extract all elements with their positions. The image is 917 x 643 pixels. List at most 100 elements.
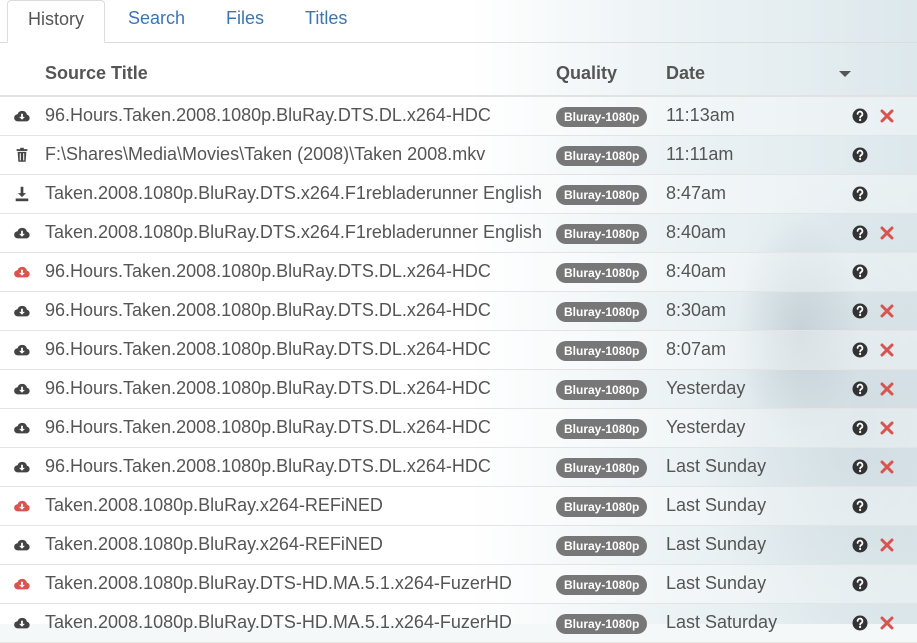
question-circle-icon[interactable] [852,264,868,280]
event-date: 8:47am [666,183,727,203]
quality-badge: Bluray-1080p [556,107,648,127]
delete-x-icon[interactable] [880,226,894,240]
quality-badge: Bluray-1080p [556,458,648,478]
table-row[interactable]: 96.Hours.Taken.2008.1080p.BluRay.DTS.DL.… [0,409,917,448]
question-circle-icon[interactable] [852,108,868,124]
table-row[interactable]: F:\Shares\Media\Movies\Taken (2008)\Take… [0,136,917,175]
tab-titles[interactable]: Titles [305,0,347,42]
cloud-download-icon [13,497,31,515]
history-table-body: 96.Hours.Taken.2008.1080p.BluRay.DTS.DL.… [0,97,917,643]
quality-badge: Bluray-1080p [556,263,648,283]
column-header-date[interactable]: Date [666,63,705,84]
source-title: Taken.2008.1080p.BluRay.DTS-HD.MA.5.1.x2… [45,573,512,593]
caret-down-icon[interactable] [839,71,851,77]
delete-x-icon[interactable] [880,109,894,123]
table-header: Source Title Quality Date [0,43,917,97]
table-row[interactable]: 96.Hours.Taken.2008.1080p.BluRay.DTS.DL.… [0,253,917,292]
delete-x-icon[interactable] [880,382,894,396]
question-circle-icon[interactable] [852,459,868,475]
source-title: 96.Hours.Taken.2008.1080p.BluRay.DTS.DL.… [45,339,491,359]
table-row[interactable]: Taken.2008.1080p.BluRay.x264-REFiNED Blur… [0,526,917,565]
delete-x-icon[interactable] [880,460,894,474]
cloud-download-icon [13,575,31,593]
table-row[interactable]: 96.Hours.Taken.2008.1080p.BluRay.DTS.DL.… [0,292,917,331]
quality-badge: Bluray-1080p [556,224,648,244]
source-title: 96.Hours.Taken.2008.1080p.BluRay.DTS.DL.… [45,105,491,125]
cloud-download-icon [13,419,31,437]
tab-bar: History Search Files Titles [0,0,917,43]
delete-x-icon[interactable] [880,538,894,552]
cloud-download-icon [13,614,31,632]
table-row[interactable]: Taken.2008.1080p.BluRay.DTS-HD.MA.5.1.x2… [0,565,917,604]
source-title: 96.Hours.Taken.2008.1080p.BluRay.DTS.DL.… [45,261,491,281]
question-circle-icon[interactable] [852,303,868,319]
table-row[interactable]: Taken.2008.1080p.BluRay.x264-REFiNED Blur… [0,487,917,526]
cloud-download-icon [13,224,31,242]
history-panel: History Search Files Titles Source Title… [0,0,917,643]
question-circle-icon[interactable] [852,576,868,592]
delete-x-icon[interactable] [880,616,894,630]
event-date: Last Sunday [666,495,767,515]
table-row[interactable]: 96.Hours.Taken.2008.1080p.BluRay.DTS.DL.… [0,448,917,487]
import-icon [13,185,31,203]
tab-search[interactable]: Search [128,0,185,42]
column-header-quality[interactable]: Quality [556,63,617,84]
event-date: 8:40am [666,222,727,242]
event-date: 8:30am [666,300,727,320]
event-date: 8:07am [666,339,727,359]
question-circle-icon[interactable] [852,420,868,436]
quality-badge: Bluray-1080p [556,185,648,205]
question-circle-icon[interactable] [852,225,868,241]
event-date: 11:11am [666,144,734,164]
quality-badge: Bluray-1080p [556,575,648,595]
table-row[interactable]: 96.Hours.Taken.2008.1080p.BluRay.DTS.DL.… [0,97,917,136]
quality-badge: Bluray-1080p [556,146,648,166]
source-title: Taken.2008.1080p.BluRay.DTS-HD.MA.5.1.x2… [45,612,512,632]
question-circle-icon[interactable] [852,537,868,553]
delete-x-icon[interactable] [880,304,894,318]
column-header-source-title[interactable]: Source Title [45,63,148,84]
cloud-download-icon [13,458,31,476]
event-date: Yesterday [666,378,746,398]
question-circle-icon[interactable] [852,186,868,202]
quality-badge: Bluray-1080p [556,614,648,634]
question-circle-icon[interactable] [852,342,868,358]
quality-badge: Bluray-1080p [556,536,648,556]
question-circle-icon[interactable] [852,498,868,514]
quality-badge: Bluray-1080p [556,341,648,361]
event-date: Last Sunday [666,534,767,554]
question-circle-icon[interactable] [852,147,868,163]
tab-history[interactable]: History [7,0,106,43]
event-date: 11:13am [666,105,735,125]
delete-x-icon[interactable] [880,343,894,357]
cloud-download-icon [13,536,31,554]
event-date: Last Sunday [666,456,767,476]
cloud-download-icon [13,302,31,320]
source-title: 96.Hours.Taken.2008.1080p.BluRay.DTS.DL.… [45,378,491,398]
delete-x-icon[interactable] [880,421,894,435]
source-title: Taken.2008.1080p.BluRay.x264-REFiNED [45,495,383,515]
source-title: 96.Hours.Taken.2008.1080p.BluRay.DTS.DL.… [45,300,491,320]
trash-icon [13,146,31,164]
event-date: Yesterday [666,417,746,437]
source-title: 96.Hours.Taken.2008.1080p.BluRay.DTS.DL.… [45,417,491,437]
table-row[interactable]: 96.Hours.Taken.2008.1080p.BluRay.DTS.DL.… [0,331,917,370]
quality-badge: Bluray-1080p [556,497,648,517]
quality-badge: Bluray-1080p [556,302,648,322]
question-circle-icon[interactable] [852,381,868,397]
quality-badge: Bluray-1080p [556,419,648,439]
source-title: Taken.2008.1080p.BluRay.x264-REFiNED [45,534,383,554]
source-title: 96.Hours.Taken.2008.1080p.BluRay.DTS.DL.… [45,456,491,476]
event-date: Last Saturday [666,612,778,632]
question-circle-icon[interactable] [852,615,868,631]
table-row[interactable]: Taken.2008.1080p.BluRay.DTS.x264.F1rebla… [0,214,917,253]
cloud-download-icon [13,263,31,281]
source-title: F:\Shares\Media\Movies\Taken (2008)\Take… [45,144,486,164]
cloud-download-icon [13,107,31,125]
event-date: Last Sunday [666,573,767,593]
table-row[interactable]: 96.Hours.Taken.2008.1080p.BluRay.DTS.DL.… [0,370,917,409]
tab-files[interactable]: Files [226,0,264,42]
table-row[interactable]: Taken.2008.1080p.BluRay.DTS.x264.F1rebla… [0,175,917,214]
cloud-download-icon [13,341,31,359]
cloud-download-icon [13,380,31,398]
